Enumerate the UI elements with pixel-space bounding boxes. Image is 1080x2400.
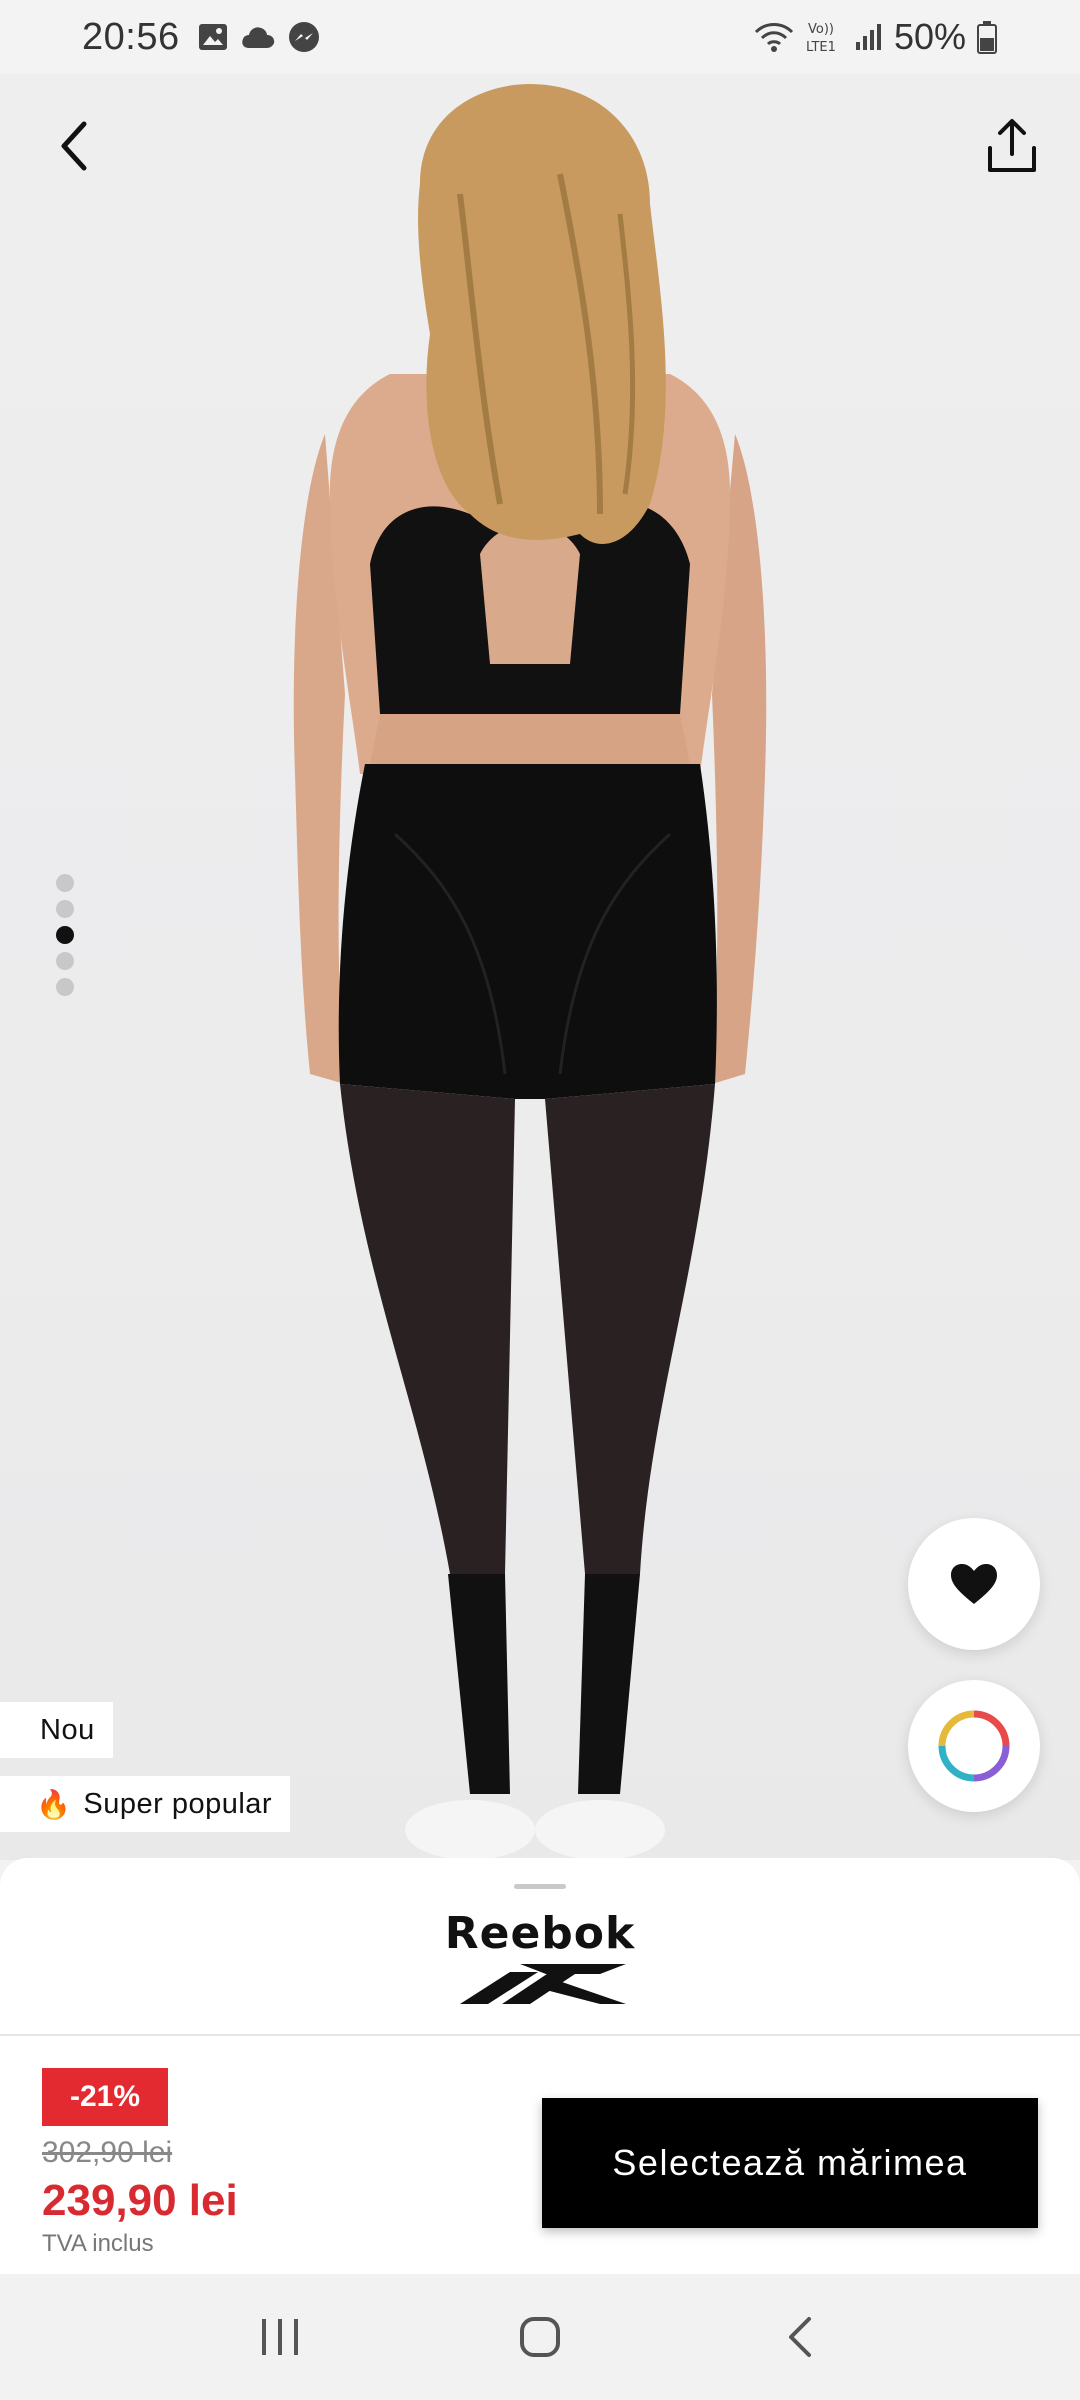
svg-text:Vo)): Vo)) bbox=[808, 22, 834, 37]
status-right: Vo)) LTE1 50% bbox=[754, 16, 998, 58]
recent-apps-button[interactable] bbox=[240, 2297, 320, 2377]
system-nav-bar bbox=[0, 2274, 1080, 2400]
color-wheel-icon bbox=[938, 1710, 1010, 1782]
popular-tag-label: Super popular bbox=[83, 1787, 273, 1820]
battery-percent: 50% bbox=[893, 16, 966, 57]
product-bottom-sheet[interactable]: Reebok -21% 302,90 lei 239,90 lei TVA in… bbox=[0, 1858, 1080, 2274]
chevron-left-icon bbox=[61, 121, 87, 171]
reebok-vector-icon bbox=[460, 1964, 626, 2004]
image-pager bbox=[56, 874, 74, 996]
notification-icons bbox=[198, 21, 320, 53]
discount-badge: -21% bbox=[42, 2068, 168, 2126]
back-arrow-icon bbox=[789, 2317, 811, 2357]
signal-icon bbox=[855, 24, 881, 50]
status-time: 20:56 bbox=[82, 15, 180, 58]
product-image-gallery[interactable]: Nou 🔥 Super popular bbox=[0, 74, 1080, 1860]
color-options-button[interactable] bbox=[908, 1680, 1040, 1812]
volte-icon: Vo)) LTE1 bbox=[806, 22, 836, 55]
pager-dot[interactable] bbox=[56, 874, 74, 892]
network-label: LTE1 bbox=[806, 40, 836, 55]
cloud-icon bbox=[241, 27, 274, 48]
home-icon bbox=[520, 2317, 560, 2357]
status-bar: 20:56 Vo)) LTE1 50% bbox=[0, 0, 1080, 74]
new-tag: Nou bbox=[0, 1702, 113, 1758]
pager-dot-active[interactable] bbox=[56, 926, 74, 944]
brand-name: Reebok bbox=[444, 1908, 636, 1959]
select-size-button[interactable]: Selectează mărimea bbox=[542, 2098, 1038, 2228]
recent-apps-icon bbox=[262, 2319, 298, 2355]
new-tag-label: Nou bbox=[40, 1713, 95, 1746]
gallery-icon bbox=[198, 24, 227, 50]
wifi-icon bbox=[754, 23, 793, 52]
brand-logo[interactable]: Reebok bbox=[440, 1910, 640, 2020]
fire-icon: 🔥 bbox=[36, 1788, 72, 1820]
pager-dot[interactable] bbox=[56, 978, 74, 996]
sheet-divider bbox=[0, 2034, 1080, 2036]
vat-note: TVA inclus bbox=[42, 2230, 154, 2257]
old-price: 302,90 lei bbox=[42, 2136, 173, 2169]
wishlist-button[interactable] bbox=[908, 1518, 1040, 1650]
home-button[interactable] bbox=[500, 2297, 580, 2377]
battery-icon bbox=[977, 21, 997, 54]
share-button[interactable] bbox=[980, 114, 1044, 178]
back-button[interactable] bbox=[44, 116, 104, 176]
messenger-icon bbox=[288, 22, 319, 52]
new-price: 239,90 lei bbox=[42, 2176, 238, 2225]
pager-dot[interactable] bbox=[56, 900, 74, 918]
pager-dot[interactable] bbox=[56, 952, 74, 970]
heart-icon bbox=[951, 1564, 997, 1604]
popular-tag: 🔥 Super popular bbox=[0, 1776, 291, 1832]
share-icon bbox=[988, 119, 1036, 172]
sheet-drag-handle[interactable] bbox=[514, 1884, 566, 1889]
system-back-button[interactable] bbox=[760, 2297, 840, 2377]
